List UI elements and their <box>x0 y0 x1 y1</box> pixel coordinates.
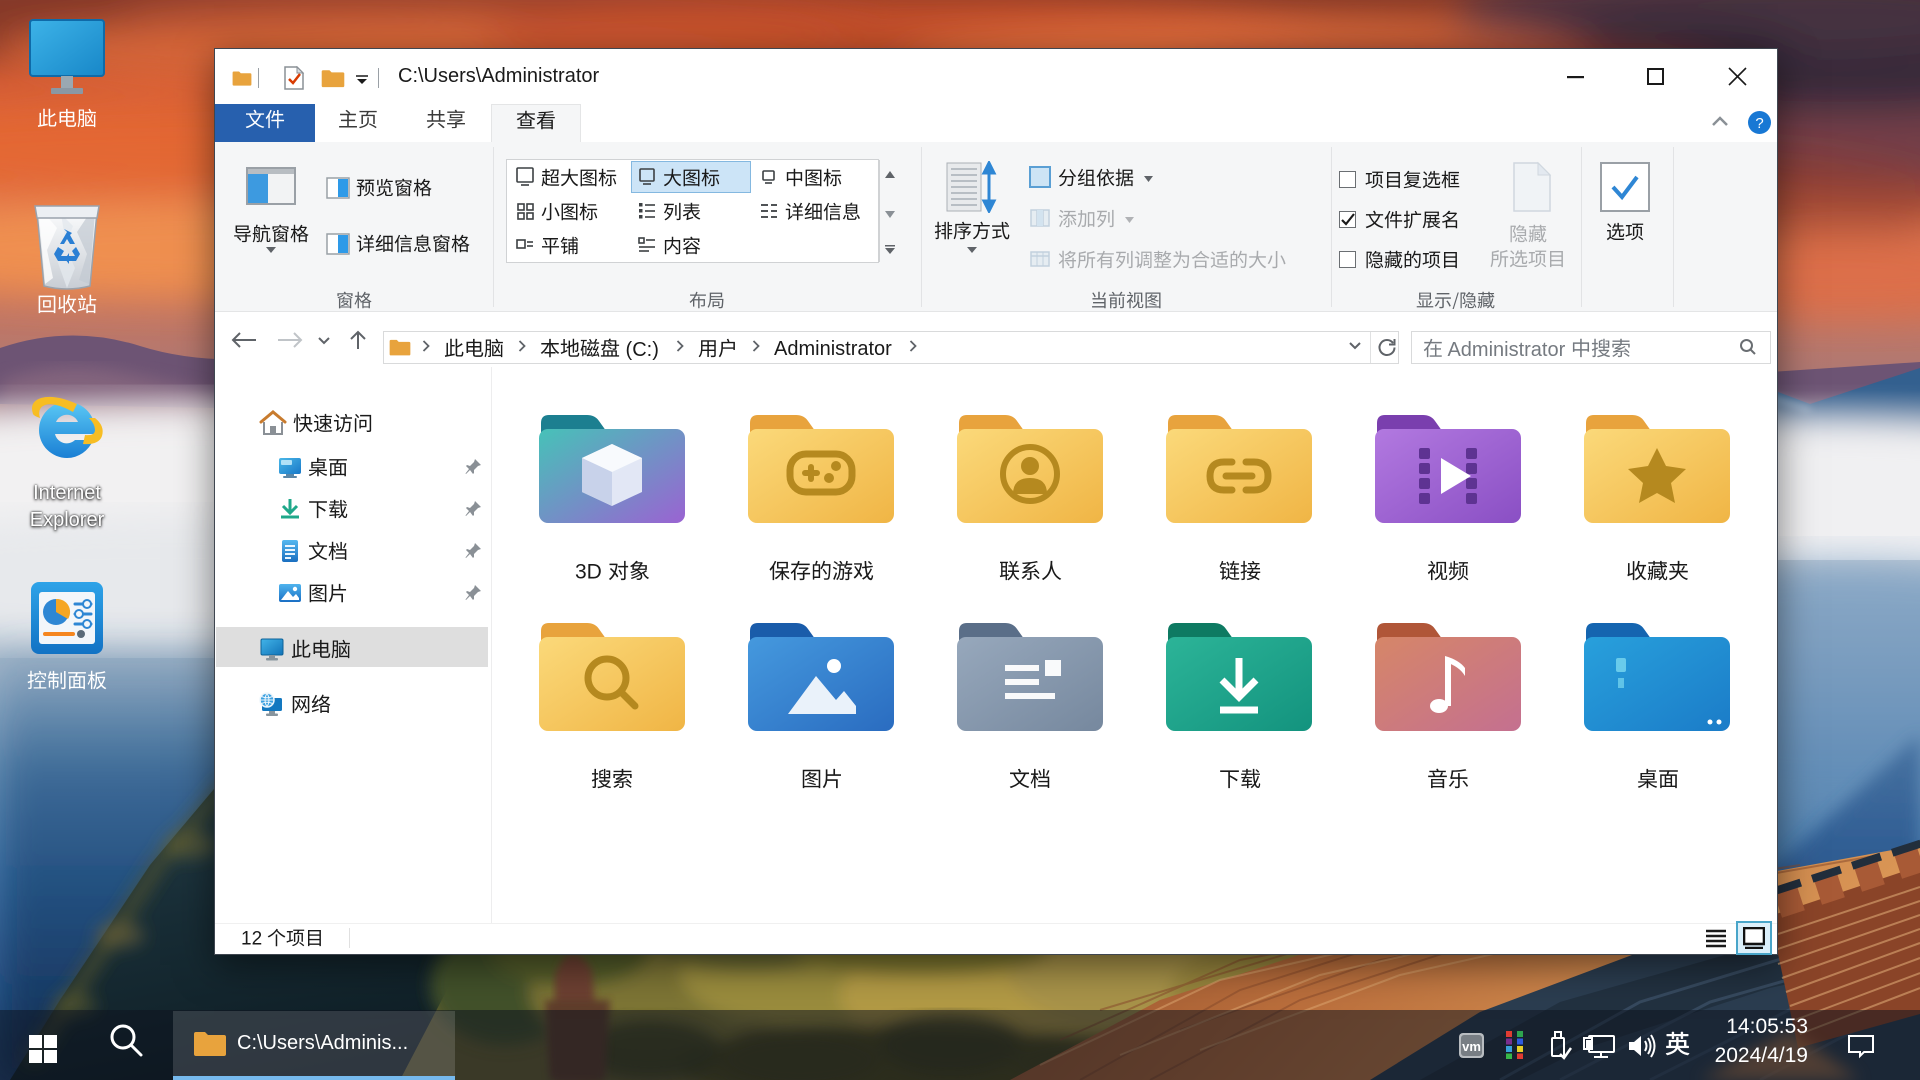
svg-text:?: ? <box>1755 115 1763 132</box>
svg-text:vm: vm <box>1462 1039 1481 1054</box>
